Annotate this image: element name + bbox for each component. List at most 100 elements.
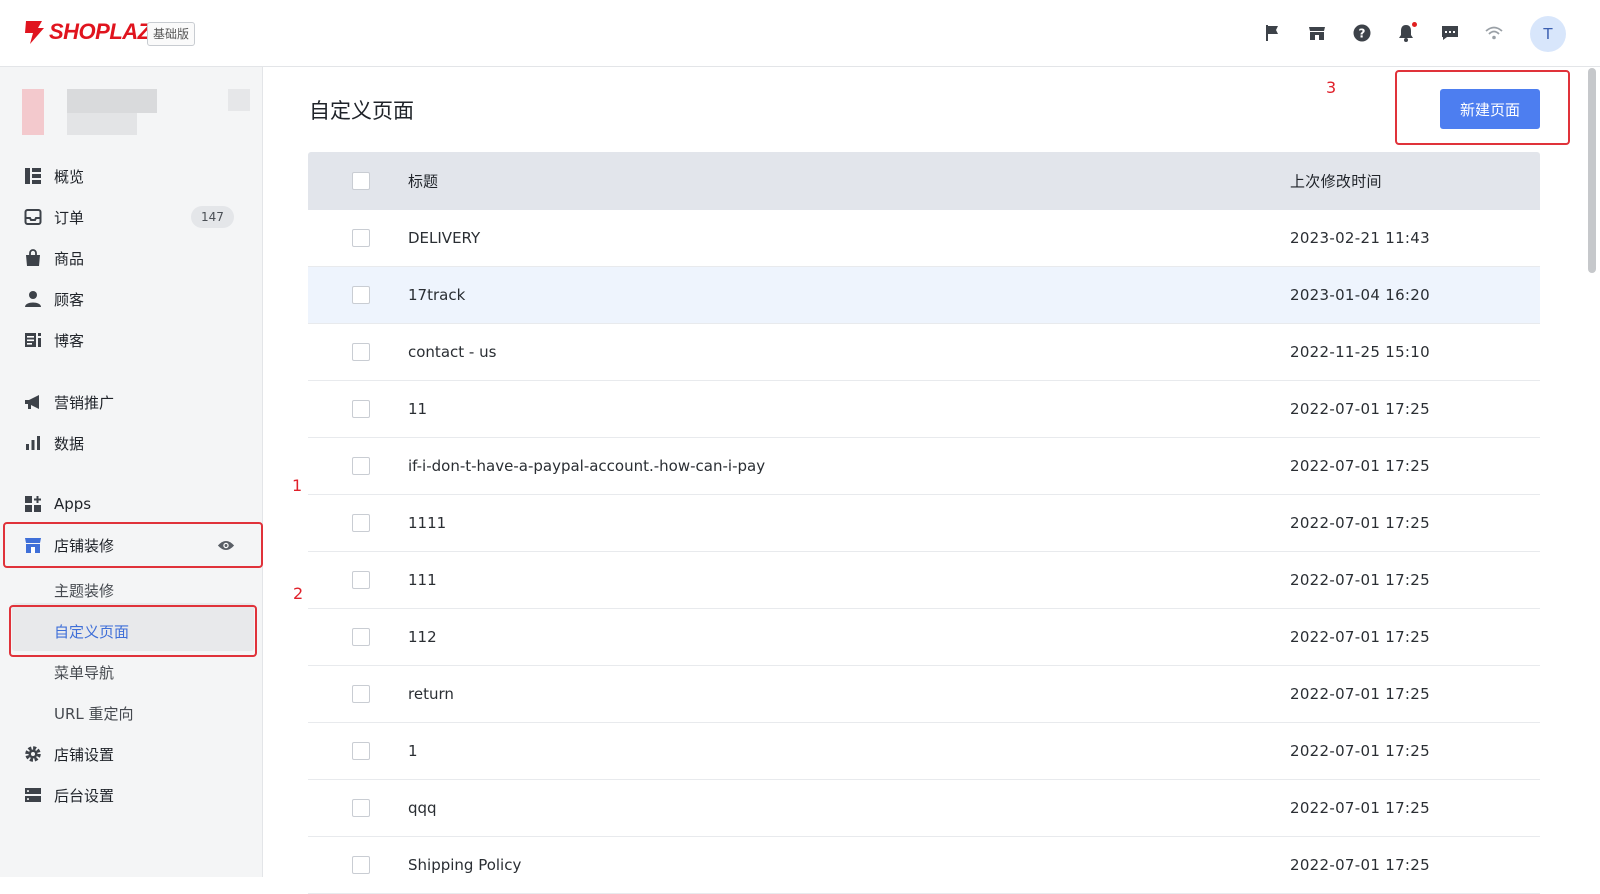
- sub-item-theme[interactable]: 主题装修: [54, 580, 114, 601]
- row-title[interactable]: 1: [408, 742, 418, 760]
- row-checkbox[interactable]: [352, 685, 370, 703]
- logo-mark-icon: [25, 21, 44, 44]
- megaphone-icon: [24, 393, 42, 411]
- sidebar-item-apps[interactable]: Apps: [0, 485, 263, 523]
- annotation-2: 2: [293, 584, 304, 603]
- row-checkbox[interactable]: [352, 799, 370, 817]
- gear-icon: [24, 745, 42, 763]
- annotation-1: 1: [292, 476, 303, 495]
- wifi-icon[interactable]: [1483, 22, 1505, 44]
- sidebar-item-store-settings[interactable]: 店铺设置: [0, 735, 263, 773]
- sidebar-item-label: 商品: [54, 249, 85, 268]
- bell-icon[interactable]: [1395, 22, 1417, 44]
- table-row[interactable]: 11 2022-07-01 17:25: [308, 381, 1540, 438]
- row-modified-time: 2022-07-01 17:25: [1290, 628, 1430, 646]
- table-row[interactable]: 112 2022-07-01 17:25: [308, 609, 1540, 666]
- table-row[interactable]: 1 2022-07-01 17:25: [308, 723, 1540, 780]
- sidebar-item-label: 营销推广: [54, 393, 115, 412]
- table-row[interactable]: if-i-don-t-have-a-paypal-account.-how-ca…: [308, 438, 1540, 495]
- edition-badge: 基础版: [147, 22, 196, 46]
- sidebar-item-label: 数据: [54, 434, 85, 453]
- table-row[interactable]: 1111 2022-07-01 17:25: [308, 495, 1540, 552]
- message-icon[interactable]: [1439, 22, 1461, 44]
- row-checkbox[interactable]: [352, 229, 370, 247]
- table-row[interactable]: Shipping Policy 2022-07-01 17:25: [308, 837, 1540, 894]
- row-modified-time: 2023-02-21 11:43: [1290, 229, 1430, 247]
- annotation-3: 3: [1326, 78, 1337, 97]
- row-title[interactable]: 112: [408, 628, 437, 646]
- sub-item-menu-navigation[interactable]: 菜单导航: [54, 662, 114, 683]
- new-page-button[interactable]: 新建页面: [1440, 89, 1540, 129]
- row-checkbox[interactable]: [352, 742, 370, 760]
- select-all-checkbox[interactable]: [352, 172, 370, 190]
- sidebar-item-label: 后台设置: [54, 786, 115, 805]
- blog-icon: [24, 331, 42, 349]
- row-checkbox[interactable]: [352, 286, 370, 304]
- row-title[interactable]: return: [408, 685, 454, 703]
- row-title[interactable]: 1111: [408, 514, 446, 532]
- table-row[interactable]: qqq 2022-07-01 17:25: [308, 780, 1540, 837]
- row-modified-time: 2022-07-01 17:25: [1290, 856, 1430, 874]
- person-icon: [24, 290, 42, 308]
- column-header-title: 标题: [408, 172, 439, 191]
- row-modified-time: 2022-07-01 17:25: [1290, 400, 1430, 418]
- row-modified-time: 2022-07-01 17:25: [1290, 685, 1430, 703]
- row-title[interactable]: 11: [408, 400, 427, 418]
- row-title[interactable]: 111: [408, 571, 437, 589]
- row-modified-time: 2023-01-04 16:20: [1290, 286, 1430, 304]
- row-modified-time: 2022-07-01 17:25: [1290, 571, 1430, 589]
- store-icon[interactable]: [1306, 22, 1328, 44]
- sidebar-item-blog[interactable]: 博客: [0, 321, 263, 359]
- table-header: 标题 上次修改时间: [308, 152, 1540, 210]
- row-checkbox[interactable]: [352, 628, 370, 646]
- row-title[interactable]: qqq: [408, 799, 437, 817]
- highlight-custom-pages: [9, 605, 257, 657]
- page-title: 自定义页面: [309, 99, 414, 123]
- table-row[interactable]: contact - us 2022-11-25 15:10: [308, 324, 1540, 381]
- sidebar-item-label: 概览: [54, 167, 85, 186]
- row-title[interactable]: DELIVERY: [408, 229, 480, 247]
- sidebar-item-label: 店铺设置: [54, 745, 115, 764]
- row-title[interactable]: if-i-don-t-have-a-paypal-account.-how-ca…: [408, 457, 765, 475]
- sidebar-item-analytics[interactable]: 数据: [0, 424, 263, 462]
- sidebar-item-label: Apps: [54, 495, 92, 513]
- row-title[interactable]: contact - us: [408, 343, 496, 361]
- row-modified-time: 2022-07-01 17:25: [1290, 514, 1430, 532]
- user-avatar[interactable]: T: [1530, 16, 1566, 52]
- table-row[interactable]: 17track 2023-01-04 16:20: [308, 267, 1540, 324]
- sidebar-item-customers[interactable]: 顾客: [0, 280, 263, 318]
- table-row[interactable]: DELIVERY 2023-02-21 11:43: [308, 210, 1540, 267]
- row-checkbox[interactable]: [352, 343, 370, 361]
- sub-item-url-redirect[interactable]: URL 重定向: [54, 703, 134, 724]
- row-title[interactable]: Shipping Policy: [408, 856, 521, 874]
- table-row[interactable]: 111 2022-07-01 17:25: [308, 552, 1540, 609]
- row-title[interactable]: 17track: [408, 286, 465, 304]
- row-modified-time: 2022-07-01 17:25: [1290, 742, 1430, 760]
- sidebar-item-label: 顾客: [54, 290, 85, 309]
- sidebar-item-products[interactable]: 商品: [0, 239, 263, 277]
- help-icon[interactable]: ?: [1351, 22, 1373, 44]
- row-checkbox[interactable]: [352, 514, 370, 532]
- bar-chart-icon: [24, 434, 42, 452]
- server-icon: [24, 786, 42, 804]
- sidebar-item-overview[interactable]: 概览: [0, 157, 263, 195]
- notification-dot: [1412, 22, 1417, 27]
- overview-icon: [24, 167, 42, 185]
- inbox-icon: [24, 208, 42, 226]
- sidebar-item-orders[interactable]: 订单 147: [0, 198, 263, 236]
- row-modified-time: 2022-07-01 17:25: [1290, 457, 1430, 475]
- row-checkbox[interactable]: [352, 457, 370, 475]
- order-count-badge: 147: [191, 206, 234, 228]
- row-checkbox[interactable]: [352, 400, 370, 418]
- column-header-modified: 上次修改时间: [1290, 172, 1382, 191]
- row-checkbox[interactable]: [352, 571, 370, 589]
- apps-icon: [24, 495, 42, 513]
- top-bar: SHOPLAZZA 基础版 ? T: [0, 0, 1600, 67]
- highlight-store-design: [3, 522, 263, 568]
- table-row[interactable]: return 2022-07-01 17:25: [308, 666, 1540, 723]
- sidebar-item-admin-settings[interactable]: 后台设置: [0, 776, 263, 814]
- flag-icon[interactable]: [1262, 22, 1284, 44]
- vertical-scrollbar[interactable]: [1588, 68, 1596, 273]
- row-checkbox[interactable]: [352, 856, 370, 874]
- sidebar-item-marketing[interactable]: 营销推广: [0, 383, 263, 421]
